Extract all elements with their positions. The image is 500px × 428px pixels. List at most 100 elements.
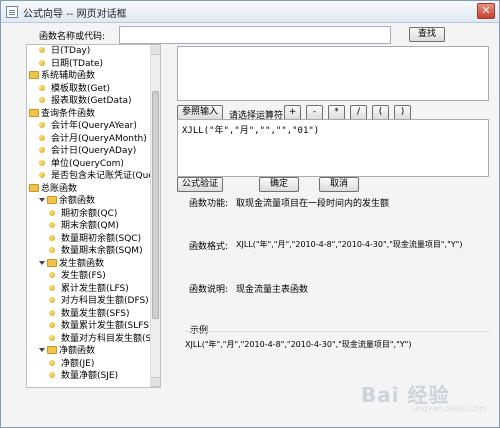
dialog-window: 公式向导 -- 网页对话框 ✕ 函数名称或代码: 查找 日(TDay) 日期(TD… (0, 0, 500, 428)
tree-leaf-item[interactable]: 日(TDay) (39, 45, 90, 57)
search-input[interactable] (119, 26, 391, 44)
search-label: 函数名称或代码: (39, 32, 106, 42)
function-bullet-icon (49, 222, 55, 228)
tree-leaf-item[interactable]: 数量对方科目发生额(SDI (49, 333, 152, 345)
close-button[interactable]: ✕ (477, 3, 495, 19)
tree-leaf-item[interactable]: 报表取数(GetData) (39, 95, 132, 107)
formula-input[interactable]: XJLL("年","月","","","01") (177, 119, 489, 177)
tree-folder-item[interactable]: 余额函数 (39, 195, 95, 207)
tree-item-label: 查询条件函数 (41, 108, 96, 119)
function-bullet-icon (39, 59, 45, 66)
tree-item-label: 净额函数 (59, 346, 96, 356)
op-divide-button[interactable]: / (350, 105, 367, 120)
tree-item-label: 数量期初余额(SQC) (61, 233, 142, 244)
tree-folder-item[interactable]: 总账函数 (29, 183, 77, 195)
window-icon (6, 6, 18, 18)
tree-leaf-item[interactable]: 数量净额(SJE) (49, 370, 118, 382)
tree-leaf-item[interactable]: 是否包含未记账凭证(QueryP (39, 170, 152, 182)
op-plus-button[interactable]: + (284, 105, 301, 120)
tree-leaf-item[interactable]: 对方科目发生额(DFS) (49, 295, 149, 307)
tree-leaf-item[interactable]: 净额(JE) (49, 358, 94, 370)
function-bullet-icon (39, 122, 45, 128)
tree-item-label: 报表取数(GetData) (51, 96, 132, 106)
tree-scrollbar[interactable] (150, 45, 160, 387)
function-bullet-icon (39, 84, 45, 91)
title-bar: 公式向导 -- 网页对话框 ✕ (1, 1, 499, 23)
tree-folder-item[interactable]: 净额函数 (39, 345, 95, 357)
tree-item-label: 系统辅助函数 (41, 71, 96, 81)
ok-button[interactable]: 确定 (259, 177, 299, 192)
tree-item-label: 总账函数 (41, 183, 78, 194)
op-lparen-button[interactable]: ( (372, 105, 389, 120)
tree-leaf-item[interactable]: 会计年(QueryAYear) (39, 120, 137, 132)
function-bullet-icon (39, 147, 45, 153)
tree-folder-item[interactable]: 发生额函数 (39, 258, 104, 270)
function-purpose-value: 取现金流量项目在一段时间内的发生额 (236, 199, 390, 209)
expand-triangle-icon[interactable] (39, 260, 45, 265)
tree-item-label: 数量累计发生额(SLFS) (61, 321, 152, 331)
cancel-button[interactable]: 取消 (319, 177, 359, 192)
function-bullet-icon (49, 284, 55, 291)
ref-input-button[interactable]: 参照输入 (177, 105, 223, 120)
tree-item-label: 是否包含未记账凭证(QueryP (51, 171, 152, 181)
tree-item-label: 数量期末余额(SQM) (61, 246, 143, 256)
tree-item-label: 期末余额(QM) (61, 221, 119, 231)
tree-leaf-item[interactable]: 数量累计发生额(SLFS) (49, 320, 152, 332)
tree-item-label: 发生额函数 (59, 258, 105, 269)
scroll-thumb[interactable] (152, 91, 159, 319)
tree-item-label: 会计日(QueryADay) (51, 146, 137, 156)
tree-item-label: 日(TDay) (51, 46, 91, 56)
tree-folder-item[interactable]: 查询条件函数 (29, 108, 95, 120)
op-multiply-button[interactable]: * (328, 105, 345, 120)
tree-leaf-item[interactable]: 数量期初余额(SQC) (49, 233, 141, 245)
function-format-label: 函数格式: (189, 242, 229, 252)
tree-leaf-item[interactable]: 会计月(QueryAMonth) (39, 133, 147, 145)
function-desc-label: 函数说明: (189, 285, 229, 295)
find-button[interactable]: 查找 (409, 27, 445, 42)
tree-leaf-item[interactable]: 期初余额(QC) (49, 208, 117, 220)
function-bullet-icon (49, 209, 55, 216)
example-label: 示例 (190, 326, 209, 336)
folder-icon (47, 346, 57, 354)
tree-leaf-item[interactable]: 日期(TDate) (39, 58, 103, 70)
function-bullet-icon (49, 322, 55, 328)
tree-folder-item[interactable]: 系统辅助函数 (29, 70, 95, 82)
function-bullet-icon (49, 309, 55, 316)
tree-item-label: 期初余额(QC) (61, 208, 118, 219)
tree-leaf-item[interactable]: 单位(QueryCom) (39, 158, 124, 170)
tree-leaf-item[interactable]: 数量发生额(SFS) (49, 308, 129, 320)
tree-leaf-item[interactable]: 发生额(FS) (49, 270, 106, 282)
expand-triangle-icon[interactable] (39, 348, 45, 352)
op-rparen-button[interactable]: ) (394, 105, 411, 120)
tree-item-label: 余额函数 (59, 196, 96, 206)
verify-formula-button[interactable]: 公式验证 (177, 177, 223, 192)
tree-item-label: 数量发生额(SFS) (61, 308, 130, 319)
folder-icon (29, 183, 39, 192)
op-minus-button[interactable]: - (306, 105, 323, 120)
function-bullet-icon (39, 97, 45, 103)
folder-icon (29, 71, 39, 79)
function-bullet-icon (49, 372, 55, 378)
tree-item-label: 净额(JE) (61, 358, 95, 369)
function-bullet-icon (49, 247, 55, 253)
tree-item-label: 模板取数(Get) (51, 83, 111, 94)
tree-leaf-item[interactable]: 期末余额(QM) (49, 220, 119, 232)
watermark-url: jingyan.baidu.com (413, 404, 487, 413)
function-bullet-icon (49, 234, 55, 241)
function-list-area[interactable] (177, 46, 489, 101)
scroll-down-button[interactable] (151, 377, 160, 387)
tree-item-label: 会计月(QueryAMonth) (51, 133, 147, 144)
tree-item-label: 发生额(FS) (61, 271, 106, 281)
scroll-up-button[interactable] (151, 45, 160, 55)
tree-leaf-item[interactable]: 模板取数(Get) (39, 83, 110, 95)
function-bullet-icon (49, 272, 55, 278)
tree-item-label: 日期(TDate) (51, 58, 104, 69)
example-value: XJLL("年","月","2010-4-8","2010-4-30","现金流… (185, 340, 412, 349)
tree-leaf-item[interactable]: 累计发生额(LFS) (49, 283, 129, 295)
function-tree: 日(TDay) 日期(TDate) 系统辅助函数模板取数(Get) 报表取数(GetD… (27, 45, 152, 387)
tree-leaf-item[interactable]: 会计日(QueryADay) (39, 145, 136, 157)
function-bullet-icon (39, 172, 45, 178)
tree-item-label: 对方科目发生额(DFS) (61, 296, 149, 306)
expand-triangle-icon[interactable] (39, 198, 45, 202)
tree-leaf-item[interactable]: 数量期末余额(SQM) (49, 245, 143, 257)
